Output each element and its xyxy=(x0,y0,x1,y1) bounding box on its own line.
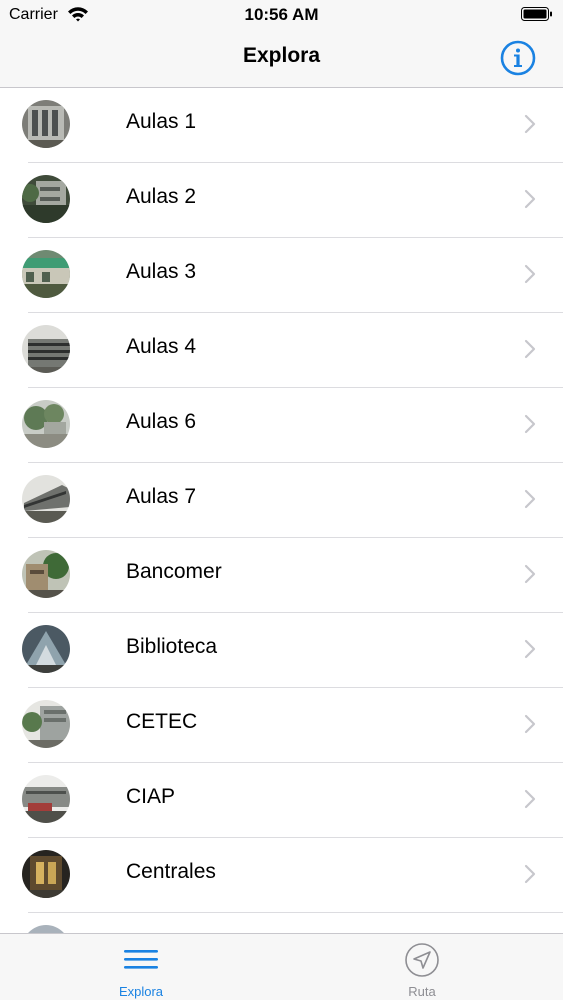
building-photo-thumbnail xyxy=(22,700,70,748)
list-item[interactable] xyxy=(0,913,563,933)
building-photo-thumbnail xyxy=(22,850,70,898)
chevron-right-icon xyxy=(524,339,536,359)
list-item-label: Aulas 3 xyxy=(126,260,197,283)
list-item[interactable]: Centrales xyxy=(0,838,563,913)
list-item[interactable]: Aulas 7 xyxy=(0,463,563,538)
buildings-list[interactable]: Aulas 1 Aulas 2 Aulas 3 Aulas 4 Aulas 6 … xyxy=(0,88,563,933)
chevron-right-icon xyxy=(524,189,536,209)
chevron-right-icon xyxy=(524,714,536,734)
chevron-right-icon xyxy=(524,639,536,659)
chevron-right-icon xyxy=(524,489,536,509)
list-item-label: Bancomer xyxy=(126,560,222,583)
list-item-label: Aulas 7 xyxy=(126,485,197,508)
building-photo-thumbnail xyxy=(22,175,70,223)
list-item[interactable]: CETEC xyxy=(0,688,563,763)
chevron-right-icon xyxy=(524,414,536,434)
list-item[interactable]: Aulas 3 xyxy=(0,238,563,313)
building-photo-thumbnail xyxy=(22,550,70,598)
list-item-label: Aulas 2 xyxy=(126,185,197,208)
list-item-label: Aulas 1 xyxy=(126,110,197,133)
status-bar: Carrier 10:56 AM xyxy=(0,0,563,30)
info-button[interactable] xyxy=(500,40,536,76)
chevron-right-icon xyxy=(524,564,536,584)
tab-ruta-label: Ruta xyxy=(408,984,436,999)
list-item-label: Aulas 6 xyxy=(126,410,197,433)
list-item[interactable]: Aulas 6 xyxy=(0,388,563,463)
navigation-arrow-icon xyxy=(405,943,439,977)
chevron-right-icon xyxy=(524,789,536,809)
list-item[interactable]: Aulas 1 xyxy=(0,88,563,163)
status-time: 10:56 AM xyxy=(244,5,319,24)
tab-bar: Explora Ruta xyxy=(0,933,563,1000)
tab-explora[interactable]: Explora xyxy=(41,934,241,1000)
list-item-label: Centrales xyxy=(126,860,216,883)
chevron-right-icon xyxy=(524,264,536,284)
chevron-right-icon xyxy=(524,864,536,884)
list-item[interactable]: Biblioteca xyxy=(0,613,563,688)
building-photo-thumbnail xyxy=(22,100,70,148)
list-item-label: CETEC xyxy=(126,710,198,733)
tab-explora-label: Explora xyxy=(118,984,164,999)
tab-ruta[interactable]: Ruta xyxy=(322,934,522,1000)
list-item[interactable]: Bancomer xyxy=(0,538,563,613)
building-photo-thumbnail xyxy=(22,475,70,523)
building-photo-thumbnail xyxy=(22,325,70,373)
battery-icon xyxy=(521,7,553,21)
chevron-right-icon xyxy=(524,114,536,134)
navigation-bar: Explora xyxy=(0,30,563,88)
list-item[interactable]: CIAP xyxy=(0,763,563,838)
building-photo-thumbnail xyxy=(22,625,70,673)
list-item[interactable]: Aulas 2 xyxy=(0,163,563,238)
list-item-label: Aulas 4 xyxy=(126,335,197,358)
list-item-label: CIAP xyxy=(126,785,176,808)
building-photo-thumbnail xyxy=(22,250,70,298)
building-photo-thumbnail xyxy=(22,925,70,933)
page-title: Explora xyxy=(242,44,321,67)
list-item[interactable]: Aulas 4 xyxy=(0,313,563,388)
building-photo-thumbnail xyxy=(22,400,70,448)
menu-lines-icon xyxy=(124,950,158,969)
info-circle-icon xyxy=(500,40,536,76)
list-item-label: Biblioteca xyxy=(126,635,218,658)
building-photo-thumbnail xyxy=(22,775,70,823)
